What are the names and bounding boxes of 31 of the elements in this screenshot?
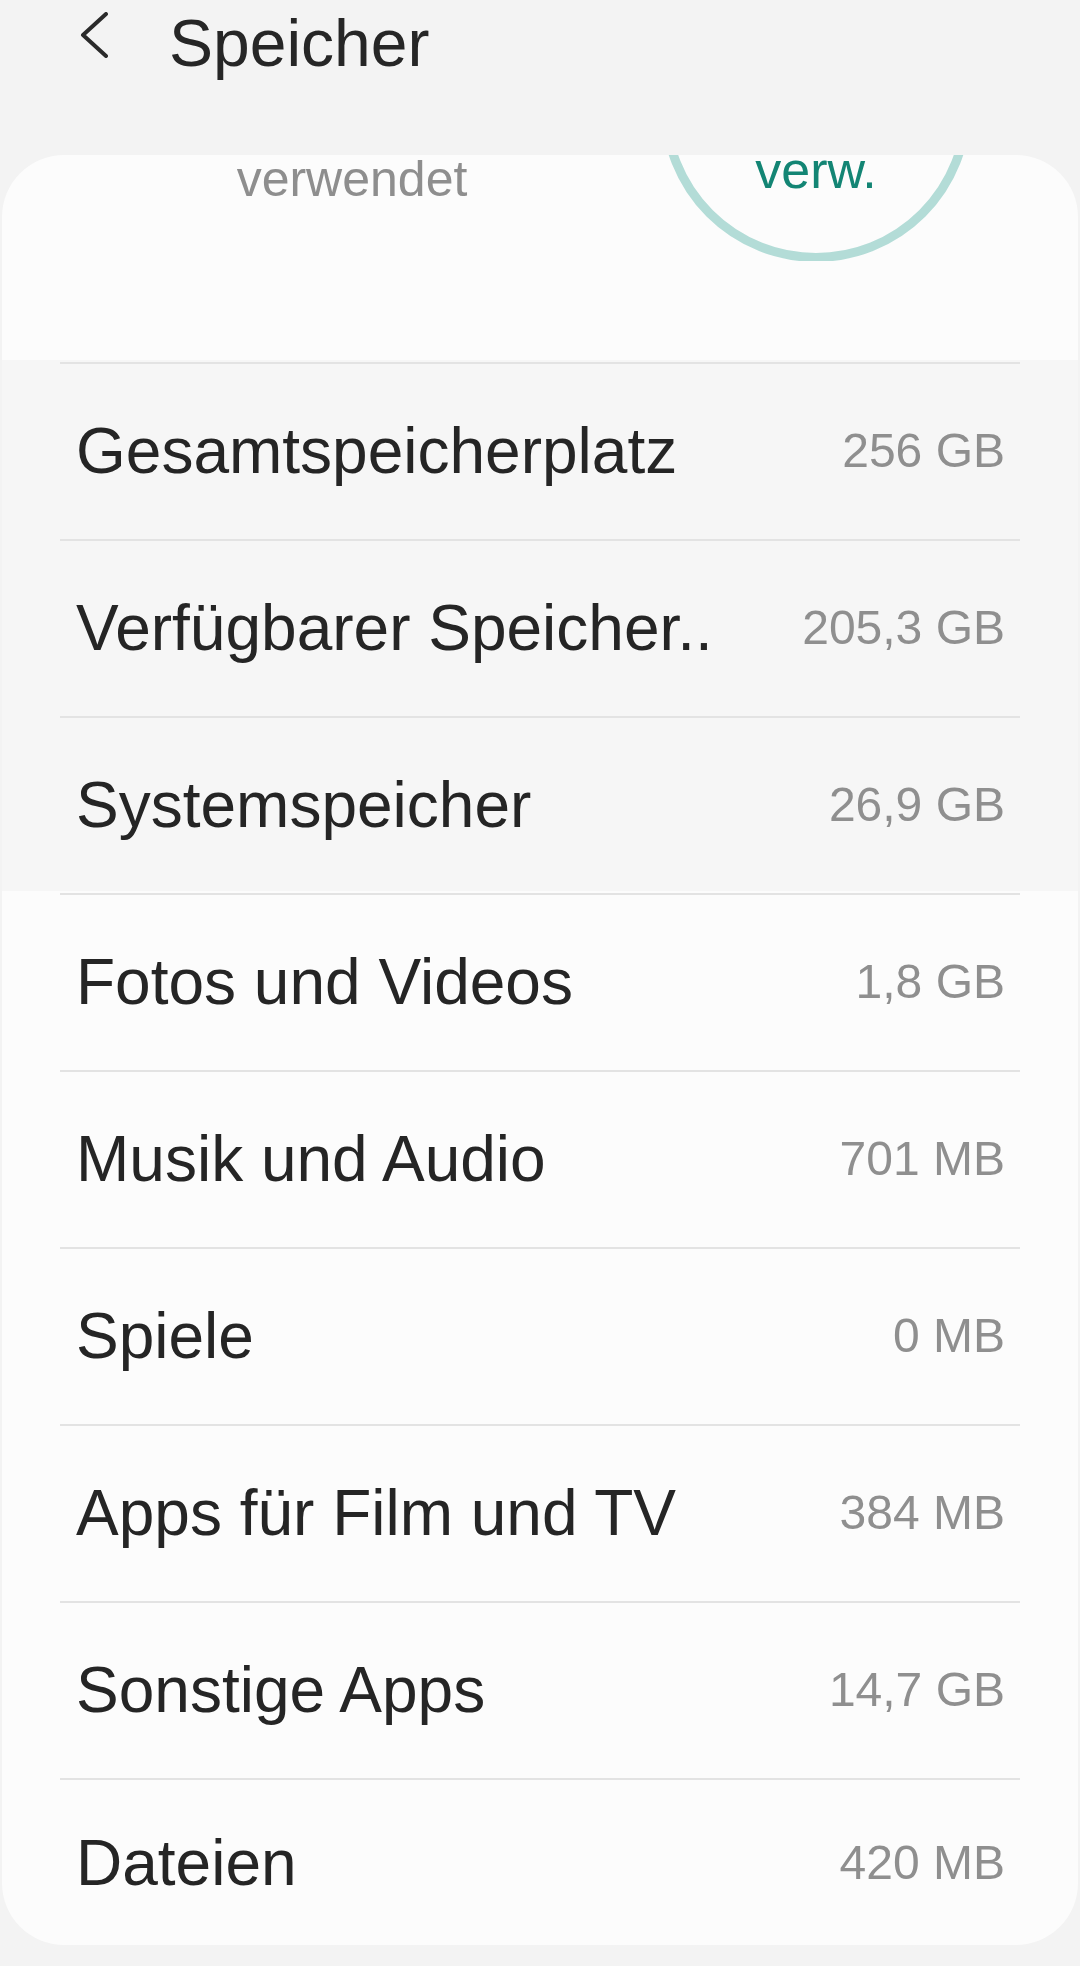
row-label: Gesamtspeicherplatz [76, 413, 678, 488]
row-label: Verfügbarer Speicher.. [76, 590, 713, 665]
storage-row[interactable]: Apps für Film und TV 384 MB [2, 1422, 1078, 1599]
row-value: 701 MB [839, 1131, 1005, 1186]
usage-label: verw. [755, 155, 877, 201]
row-value: 205,3 GB [802, 600, 1005, 655]
storage-row[interactable]: Systemspeicher 26,9 GB [2, 714, 1078, 891]
row-value: 0 MB [892, 1308, 1005, 1363]
storage-row[interactable]: Musik und Audio 701 MB [2, 1068, 1078, 1245]
row-label: Spiele [76, 1298, 254, 1373]
storage-row[interactable]: Gesamtspeicherplatz 256 GB [2, 360, 1078, 537]
used-caption: verwendet [236, 155, 468, 201]
page-title: Speicher [169, 6, 430, 80]
row-value: 26,9 GB [828, 777, 1005, 832]
storage-row[interactable]: Spiele 0 MB [2, 1245, 1078, 1422]
row-value: 14,7 GB [828, 1662, 1005, 1717]
storage-row[interactable]: Verfügbarer Speicher.. 205,3 GB [2, 537, 1078, 714]
storage-row[interactable]: Sonstige Apps 14,7 GB [2, 1599, 1078, 1776]
row-label: Systemspeicher [76, 767, 532, 842]
row-label: Sonstige Apps [76, 1652, 486, 1727]
storage-row[interactable]: Dateien 420 MB [2, 1776, 1078, 1945]
row-value: 256 GB [842, 423, 1005, 478]
row-value: 1,8 GB [855, 954, 1005, 1009]
row-label: Dateien [76, 1825, 297, 1900]
row-value: 384 MB [839, 1485, 1005, 1540]
back-icon[interactable] [79, 12, 109, 58]
row-label: Musik und Audio [76, 1121, 546, 1196]
row-label: Fotos und Videos [76, 944, 573, 1019]
row-label: Apps für Film und TV [76, 1475, 676, 1550]
storage-row[interactable]: Fotos und Videos 1,8 GB [2, 891, 1078, 1068]
row-value: 420 MB [839, 1835, 1005, 1890]
